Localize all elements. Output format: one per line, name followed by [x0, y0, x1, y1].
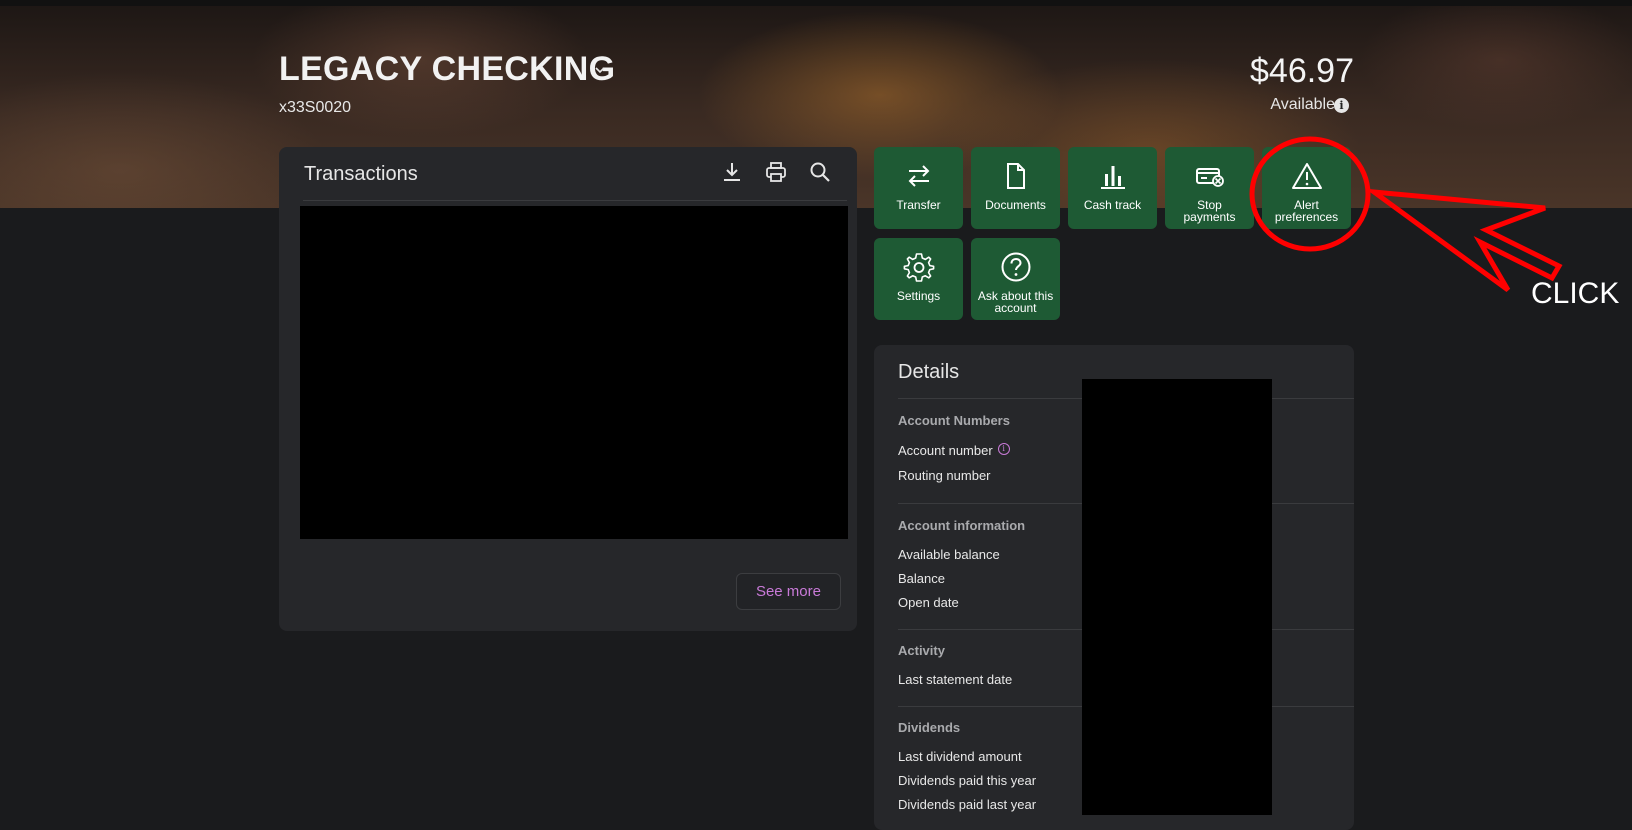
account-title[interactable]: LEGACY CHECKING	[279, 50, 615, 89]
transfer-label: Transfer	[896, 198, 941, 212]
ask-about-account-button[interactable]: Ask about this account	[971, 238, 1060, 320]
detail-label: Last dividend amount	[898, 749, 1022, 764]
redacted-details-values	[1082, 379, 1272, 815]
bar-chart-icon	[1098, 159, 1128, 193]
transfer-button[interactable]: Transfer	[874, 147, 963, 229]
settings-label: Settings	[896, 289, 941, 303]
details-panel: Details Account Numbers Account number i …	[874, 345, 1354, 830]
detail-label: Last statement date	[898, 672, 1013, 687]
see-more-button[interactable]: See more	[735, 573, 841, 610]
download-icon[interactable]	[719, 159, 745, 185]
info-icon[interactable]: i	[997, 443, 1010, 455]
detail-label: Account number i	[898, 443, 1010, 458]
document-icon	[1003, 159, 1029, 193]
details-title: Details	[898, 361, 960, 383]
transactions-panel: Transactions See more	[279, 147, 857, 631]
redacted-transactions	[300, 206, 848, 539]
detail-label: Balance	[898, 571, 945, 586]
documents-button[interactable]: Documents	[971, 147, 1060, 229]
cash-track-button[interactable]: Cash track	[1068, 147, 1157, 229]
section-heading: Account information	[898, 518, 1026, 533]
detail-label: Dividends paid this year	[898, 773, 1037, 788]
settings-button[interactable]: Settings	[874, 238, 963, 320]
print-icon[interactable]	[763, 159, 789, 185]
documents-label: Documents	[985, 198, 1046, 212]
stop-payment-icon	[1194, 159, 1226, 193]
transactions-title: Transactions	[304, 163, 418, 185]
divider	[303, 200, 847, 201]
detail-label: Routing number	[898, 468, 991, 483]
chevron-down-icon[interactable]	[594, 64, 606, 76]
detail-label: Open date	[898, 595, 959, 610]
available-balance-amount: $46.97	[1250, 52, 1354, 90]
section-heading: Activity	[898, 643, 945, 658]
question-icon	[1000, 250, 1032, 284]
section-heading: Account Numbers	[898, 413, 1010, 428]
search-icon[interactable]	[807, 159, 833, 185]
account-number-masked: x33S0020	[279, 99, 352, 116]
section-heading: Dividends	[898, 720, 961, 735]
available-balance-label: Available	[1270, 96, 1335, 113]
detail-label: Dividends paid last year	[898, 797, 1037, 812]
transfer-icon	[904, 159, 934, 193]
annotation-label: CLICK	[1531, 277, 1620, 310]
transactions-toolbar	[719, 159, 833, 185]
gear-icon	[903, 250, 935, 284]
detail-label: Available balance	[898, 547, 1000, 562]
cash-track-label: Cash track	[1083, 198, 1142, 212]
info-icon[interactable]: i	[1334, 98, 1349, 113]
ask-about-account-label: Ask about this account	[977, 289, 1054, 315]
annotation-circle-arrow	[1249, 136, 1563, 293]
